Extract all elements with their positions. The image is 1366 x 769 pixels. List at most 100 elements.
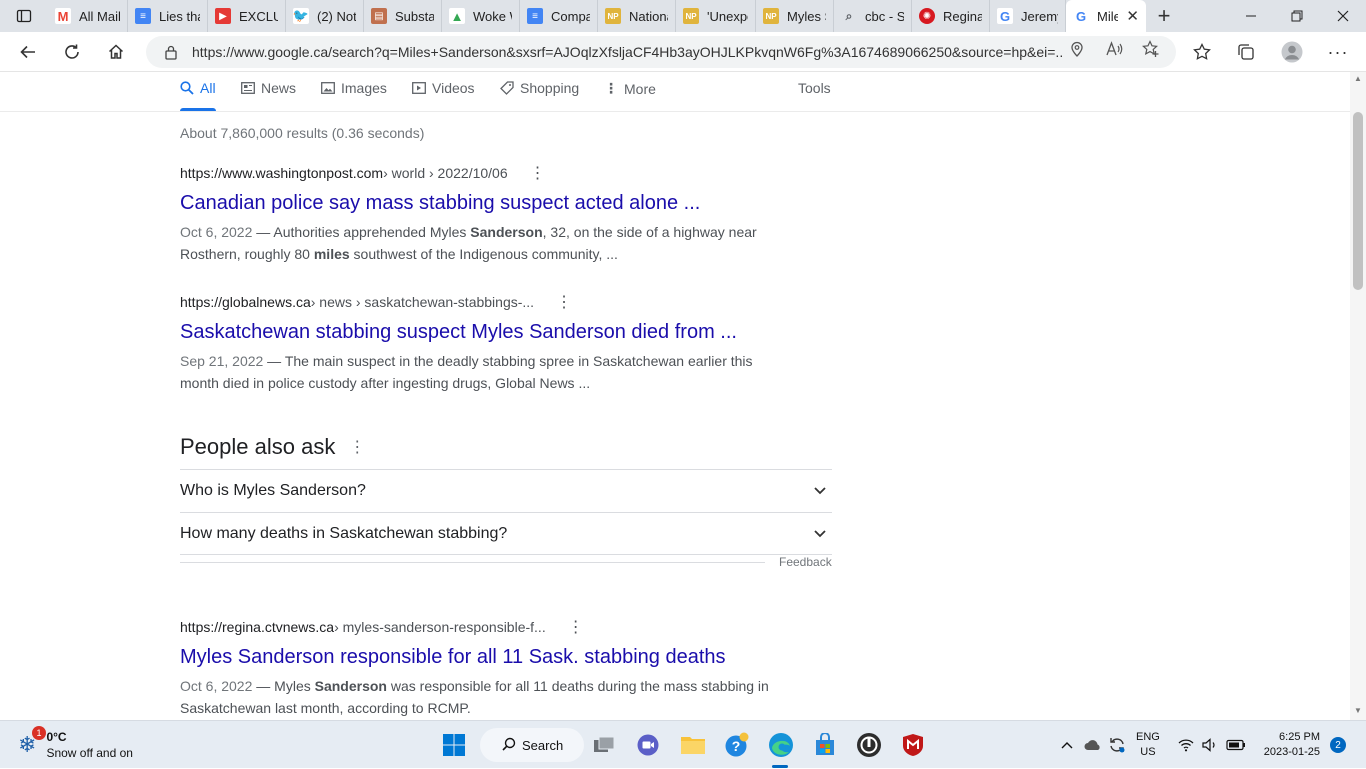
onedrive-cloud-icon[interactable] <box>1084 739 1102 751</box>
browser-tab[interactable]: NP Nationa <box>598 0 676 32</box>
browser-tab[interactable]: G Jeremy <box>990 0 1066 32</box>
read-aloud-icon[interactable] <box>1106 40 1124 58</box>
start-button[interactable] <box>436 727 472 763</box>
result-path: › world › 2022/10/06 <box>383 165 508 181</box>
home-button[interactable] <box>100 36 132 68</box>
weather-badge: 1 <box>32 726 46 740</box>
cbc-icon: ✺ <box>919 8 935 24</box>
scroll-up-icon[interactable]: ▲ <box>1354 74 1362 83</box>
browser-tab[interactable]: NP Myles S <box>756 0 834 32</box>
clock-time: 6:25 PM <box>1279 731 1320 743</box>
weather-widget[interactable]: ❄ 1 0°C Snow off and on <box>18 726 133 761</box>
result-snippet: Oct 6, 2022 — Authorities apprehended My… <box>180 221 780 265</box>
divider <box>180 562 765 563</box>
paa-question[interactable]: How many deaths in Saskatchewan stabbing… <box>180 512 832 555</box>
browser-tab[interactable]: ▶ EXCLUS <box>208 0 286 32</box>
back-button[interactable] <box>12 36 44 68</box>
tab-label: Nationa <box>629 8 668 24</box>
file-explorer-button[interactable] <box>675 727 711 763</box>
vertical-dots-icon: ⋮ <box>604 80 618 96</box>
refresh-button[interactable] <box>56 36 88 68</box>
result-url[interactable]: https://regina.ctvnews.ca › myles-sander… <box>180 617 800 637</box>
people-also-ask-list: Who is Myles Sanderson? How many deaths … <box>180 469 832 555</box>
tab-label: EXCLUS <box>239 8 278 24</box>
close-window-button[interactable] <box>1320 0 1366 32</box>
tab-more-label: More <box>624 80 656 97</box>
restore-button[interactable] <box>1274 0 1320 32</box>
close-tab-icon[interactable]: ✕ <box>1126 7 1139 25</box>
chevron-up-icon[interactable] <box>1058 741 1076 749</box>
tab-all[interactable]: All <box>180 80 216 96</box>
get-help-button[interactable]: ? <box>719 727 755 763</box>
favorites-button[interactable] <box>1186 36 1218 68</box>
scroll-down-icon[interactable]: ▼ <box>1354 706 1362 715</box>
browser-toolbar: https://www.google.ca/search?q=Miles+San… <box>0 32 1366 72</box>
result-url[interactable]: https://globalnews.ca › news › saskatche… <box>180 292 800 312</box>
vertical-dots-icon[interactable]: ⋮ <box>530 163 546 183</box>
result-title-link[interactable]: Myles Sanderson responsible for all 11 S… <box>180 646 800 669</box>
help-icon: ? <box>725 732 749 757</box>
quick-settings[interactable] <box>1178 721 1246 769</box>
browser-tab[interactable]: NP 'Unexpe <box>676 0 756 32</box>
browser-tab[interactable]: M All Mail <box>48 0 128 32</box>
result-path: › myles-sanderson-responsible-f... <box>334 619 546 635</box>
store-icon <box>816 733 834 755</box>
tab-videos-label: Videos <box>432 80 475 96</box>
browser-tab[interactable]: ▲ Woke W <box>442 0 520 32</box>
tab-news[interactable]: News <box>241 80 296 96</box>
circle-app-icon <box>857 733 881 757</box>
result-title-link[interactable]: Saskatchewan stabbing suspect Myles Sand… <box>180 321 800 344</box>
new-tab-button[interactable]: + <box>1146 0 1182 32</box>
teams-chat-button[interactable] <box>630 727 666 763</box>
paa-question[interactable]: Who is Myles Sanderson? <box>180 469 832 512</box>
feedback-link[interactable]: Feedback <box>779 555 832 569</box>
edge-browser-button[interactable] <box>763 727 799 763</box>
page-scrollbar[interactable]: ▲ ▼ <box>1350 72 1366 720</box>
notification-badge[interactable]: 2 <box>1330 737 1346 753</box>
browser-tab[interactable]: ▤ Substac <box>364 0 442 32</box>
restore-icon <box>1291 10 1303 22</box>
tab-actions-button[interactable] <box>0 0 48 32</box>
vertical-dots-icon[interactable]: ⋮ <box>556 292 572 312</box>
taskbar-clock[interactable]: 6:25 PM 2023-01-25 <box>1256 730 1320 760</box>
tab-more[interactable]: ⋮ More <box>604 80 656 97</box>
snippet-text: southwest of the Indigenous community, .… <box>349 246 618 262</box>
profile-button[interactable] <box>1276 36 1308 68</box>
search-results-page: All News Images Videos Shopping ⋮ More T… <box>0 72 1350 720</box>
task-view-button[interactable] <box>586 727 622 763</box>
browser-tab-active[interactable]: G Mile ✕ <box>1066 0 1146 32</box>
browser-tab[interactable]: ≡ Compar <box>520 0 598 32</box>
chevron-down-icon <box>814 525 826 543</box>
mcafee-button[interactable] <box>895 727 931 763</box>
tab-shopping[interactable]: Shopping <box>500 80 579 96</box>
language-indicator[interactable]: ENG US <box>1136 730 1160 760</box>
vertical-dots-icon[interactable]: ⋮ <box>568 617 584 637</box>
scrollbar-thumb[interactable] <box>1353 112 1363 290</box>
sync-icon[interactable] <box>1108 736 1126 754</box>
tab-all-label: All <box>200 80 216 96</box>
address-bar[interactable]: https://www.google.ca/search?q=Miles+San… <box>146 36 1176 68</box>
settings-menu-button[interactable]: ··· <box>1322 36 1354 68</box>
location-icon[interactable] <box>1068 40 1086 58</box>
browser-tab[interactable]: 🐦 (2) Noti <box>286 0 364 32</box>
system-tray <box>1058 721 1126 769</box>
vertical-dots-icon[interactable]: ⋮ <box>349 437 365 457</box>
tab-images[interactable]: Images <box>321 80 387 96</box>
taskbar-search[interactable]: Search <box>480 728 584 762</box>
browser-tab[interactable]: ⌕ cbc - Se <box>834 0 912 32</box>
add-favorite-icon[interactable] <box>1142 40 1160 58</box>
microsoft-store-button[interactable] <box>807 727 843 763</box>
collections-button[interactable] <box>1230 36 1262 68</box>
result-url[interactable]: https://www.washingtonpost.com › world ›… <box>180 163 800 183</box>
search-icon: ⌕ <box>845 8 853 23</box>
tools-button[interactable]: Tools <box>798 80 831 96</box>
minimize-button[interactable] <box>1228 0 1274 32</box>
browser-tab-strip: M All Mail ≡ Lies tha ▶ EXCLUS 🐦 (2) Not… <box>0 0 1366 32</box>
result-title-link[interactable]: Canadian police say mass stabbing suspec… <box>180 192 800 215</box>
app-button[interactable] <box>851 727 887 763</box>
search-result: https://www.washingtonpost.com › world ›… <box>180 163 800 265</box>
price-tag-icon <box>500 81 514 95</box>
browser-tab[interactable]: ✺ Regina <box>912 0 990 32</box>
browser-tab[interactable]: ≡ Lies tha <box>128 0 208 32</box>
tab-videos[interactable]: Videos <box>412 80 475 96</box>
